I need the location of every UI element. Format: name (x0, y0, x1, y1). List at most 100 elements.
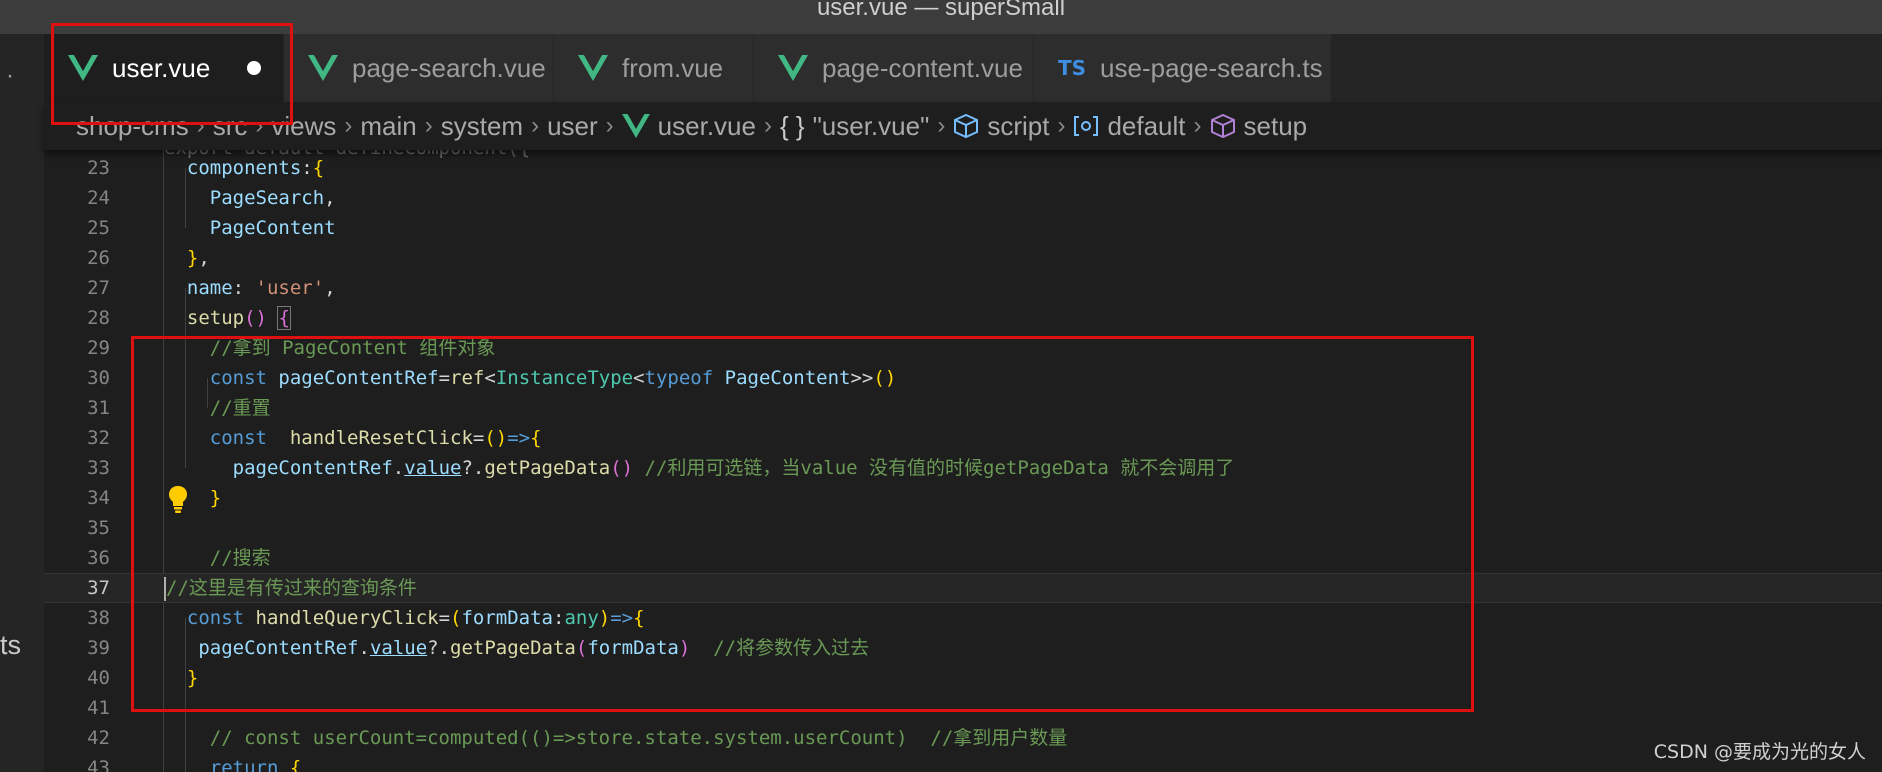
code-text: pageContentRef.value?.getPageData(formDa… (198, 637, 870, 659)
code-text: components:{ (186, 157, 325, 179)
breadcrumb-item-views[interactable]: views (271, 111, 336, 142)
breadcrumb-label: "user.vue" (812, 110, 930, 141)
ts-icon: TS (1058, 56, 1087, 80)
code-text: PageSearch, (209, 187, 336, 209)
breadcrumb-label: user (547, 110, 598, 141)
overflow-dot[interactable]: · (6, 62, 14, 90)
code-editor[interactable]: export default defineComponent({ 23 comp… (44, 150, 1882, 772)
code-line: 35 (44, 513, 1882, 543)
code-line: 30 const pageContentRef=ref<InstanceType… (44, 363, 1882, 393)
code-line: 32 const handleResetClick=()=>{ (44, 423, 1882, 453)
tab-page-content-vue[interactable]: page-content.vue (754, 34, 1034, 102)
breadcrumb-item-setup[interactable]: setup (1210, 110, 1308, 142)
line-number: 43 (87, 757, 110, 772)
line-number: 26 (87, 247, 110, 269)
line-number: 38 (87, 607, 110, 629)
code-line: 34 } (44, 483, 1882, 513)
code-line: 28 setup() { (44, 303, 1882, 333)
unsaved-dot-icon[interactable] (247, 61, 261, 75)
module-icon (1074, 116, 1099, 136)
code-line: 24 PageSearch, (44, 183, 1882, 213)
breadcrumb-item-user-vue[interactable]: user.vue (621, 110, 756, 142)
braces-icon: { } (779, 110, 805, 141)
tab-from-vue[interactable]: from.vue (554, 34, 754, 102)
sidebar-text-fragment: ts (0, 630, 22, 660)
code-text: }, (186, 247, 210, 269)
breadcrumb-label: src (212, 110, 248, 141)
code-comment: //搜索 (164, 547, 271, 569)
breadcrumb-label: setup (1243, 110, 1308, 141)
code-line: 41 (44, 693, 1882, 723)
method-icon (1210, 113, 1235, 139)
breadcrumb-item-src[interactable]: src (213, 111, 248, 142)
code-line: 27 name: 'user', (44, 273, 1882, 303)
code-line: 39 pageContentRef.value?.getPageData(for… (44, 633, 1882, 663)
line-number: 33 (87, 457, 110, 479)
code-text: pageContentRef.value?.getPageData() //利用… (232, 457, 1235, 479)
line-number: 41 (87, 697, 110, 719)
breadcrumb-label: shop-cms (76, 110, 189, 141)
code-line: 42 // const userCount=computed(()=>store… (44, 723, 1882, 753)
breadcrumb-item-main[interactable]: main (360, 111, 416, 142)
chevron-right-icon: › (196, 112, 205, 139)
code-line: 43 return { (44, 753, 1882, 772)
line-number: 27 (87, 277, 110, 299)
breadcrumb-item-script[interactable]: script (953, 111, 1049, 142)
code-text: return { (209, 757, 302, 772)
line-number: 24 (87, 187, 110, 209)
vue-icon (578, 55, 608, 81)
code-text: PageContent (209, 217, 336, 239)
code-line: 23 components:{ (44, 153, 1882, 183)
breadcrumb-item-shop-cms[interactable]: shop-cms (76, 111, 189, 142)
code-text: //这里是有传过来的查询条件 (164, 576, 417, 601)
tab-label: use-page-search.ts (1100, 52, 1323, 83)
tab-label: page-content.vue (822, 52, 1023, 83)
code-text: const handleResetClick=()=>{ (209, 427, 542, 449)
chevron-right-icon: › (531, 112, 540, 139)
window-title-bar: user.vue — superSmall (0, 0, 1882, 34)
code-text: setup() { (186, 306, 291, 330)
tab-label: user.vue (112, 52, 211, 83)
lightbulb-icon[interactable] (166, 484, 190, 514)
breadcrumb-label: default (1107, 110, 1186, 141)
code-comment: //重置 (164, 397, 271, 419)
line-number: 28 (87, 307, 110, 329)
code-line: 38 const handleQueryClick=(formData:any)… (44, 603, 1882, 633)
breadcrumb-item-default[interactable]: default (1073, 110, 1186, 142)
code-line: 36 //搜索 (44, 543, 1882, 573)
line-number: 31 (87, 397, 110, 419)
chevron-right-icon: › (255, 112, 264, 139)
tab-use-page-search-ts[interactable]: TS use-page-search.ts (1034, 34, 1332, 102)
vue-icon (778, 55, 808, 81)
chevron-right-icon: › (344, 112, 353, 139)
code-line: 40 } (44, 663, 1882, 693)
vue-icon (68, 55, 98, 81)
code-line: 26 }, (44, 243, 1882, 273)
code-text: } (186, 667, 199, 689)
line-number: 29 (87, 337, 110, 359)
line-number: 23 (87, 157, 110, 179)
code-text: const handleQueryClick=(formData:any)=>{ (186, 607, 645, 629)
chevron-right-icon: › (424, 112, 433, 139)
code-line-current: 37 //这里是有传过来的查询条件 (44, 573, 1882, 603)
activity-bar: · ts (0, 34, 44, 772)
breadcrumb-item-system[interactable]: system (441, 111, 523, 142)
code-line: 25 PageContent (44, 213, 1882, 243)
code-text: name: 'user', (186, 277, 336, 299)
tab-user-vue[interactable]: user.vue (44, 34, 284, 102)
line-number: 39 (87, 637, 110, 659)
line-number: 30 (87, 367, 110, 389)
tab-page-search-vue[interactable]: page-search.vue (284, 34, 554, 102)
line-number: 37 (87, 577, 110, 599)
line-number: 40 (87, 667, 110, 689)
breadcrumb-item-user[interactable]: user (547, 111, 598, 142)
tab-label: from.vue (622, 52, 724, 83)
chevron-right-icon: › (1057, 112, 1066, 139)
tab-label: page-search.vue (352, 52, 546, 83)
breadcrumb-item-user-vue-module[interactable]: { } "user.vue" (780, 111, 929, 142)
breadcrumb-label: views (271, 110, 337, 141)
code-comment: //拿到 PageContent 组件对象 (164, 337, 496, 359)
breadcrumb-label: user.vue (657, 110, 756, 141)
line-number: 34 (87, 487, 110, 509)
line-number: 36 (87, 547, 110, 569)
